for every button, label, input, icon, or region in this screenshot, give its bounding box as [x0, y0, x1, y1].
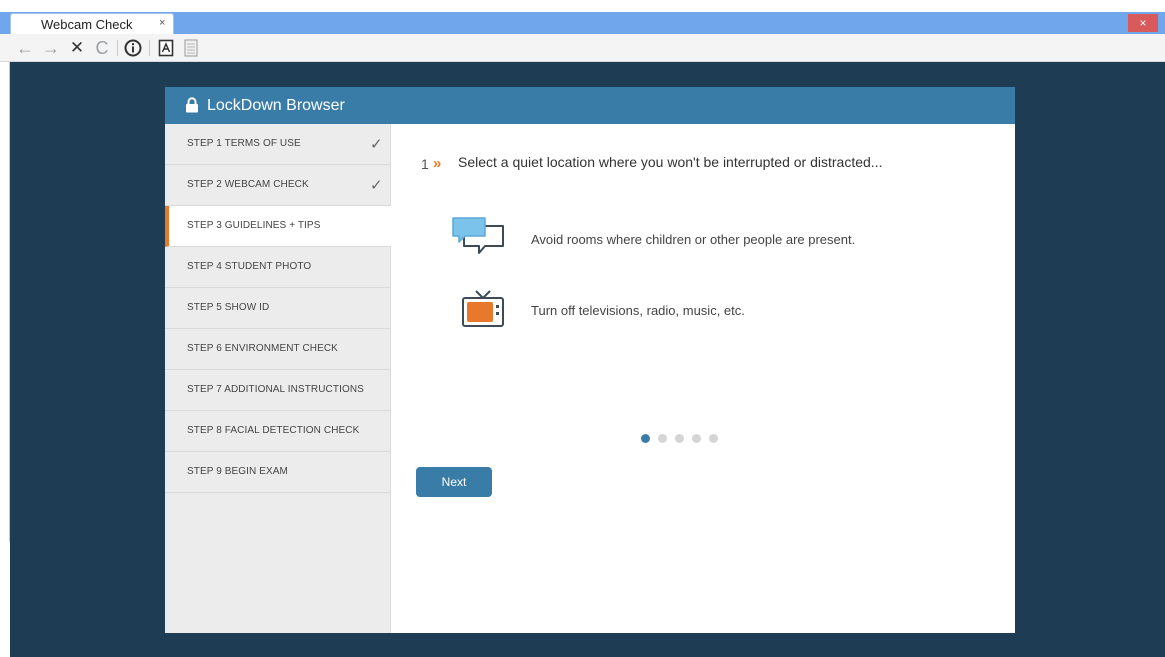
step-label: STEP 8 FACIAL DETECTION CHECK — [187, 425, 360, 436]
pager-dot[interactable] — [675, 434, 684, 443]
step-student-photo[interactable]: STEP 4 STUDENT PHOTO — [165, 247, 391, 288]
step-label: STEP 1 TERMS OF USE — [187, 138, 301, 149]
step-show-id[interactable]: STEP 5 SHOW ID — [165, 288, 391, 329]
tip-text: Avoid rooms where children or other peop… — [531, 232, 856, 247]
double-chevron-icon: » — [433, 155, 442, 172]
step-label: STEP 9 BEGIN EXAM — [187, 466, 288, 477]
browser-tab[interactable]: Webcam Check × — [10, 13, 174, 35]
chat-bubbles-icon — [452, 217, 504, 254]
next-button[interactable]: Next — [416, 467, 492, 497]
app-title: LockDown Browser — [207, 97, 345, 114]
pager-dot[interactable] — [692, 434, 701, 443]
step-label: STEP 6 ENVIRONMENT CHECK — [187, 343, 338, 354]
pager-dots — [641, 434, 731, 444]
step-environment-check[interactable]: STEP 6 ENVIRONMENT CHECK — [165, 329, 391, 370]
step-webcam-check[interactable]: STEP 2 WEBCAM CHECK ✓ — [165, 165, 391, 206]
step-label: STEP 2 WEBCAM CHECK — [187, 179, 309, 190]
step-facial-detection-check[interactable]: STEP 8 FACIAL DETECTION CHECK — [165, 411, 391, 452]
television-icon — [462, 290, 504, 327]
lock-icon — [186, 97, 198, 113]
reload-icon[interactable]: C — [91, 37, 113, 59]
step-label: STEP 3 GUIDELINES + TIPS — [187, 220, 321, 231]
tip-text: Turn off televisions, radio, music, etc. — [531, 303, 745, 318]
steps-sidebar: STEP 1 TERMS OF USE ✓ STEP 2 WEBCAM CHEC… — [165, 124, 391, 633]
step-additional-instructions[interactable]: STEP 7 ADDITIONAL INSTRUCTIONS — [165, 370, 391, 411]
lockdown-header: LockDown Browser — [165, 87, 1015, 124]
forward-arrow-icon[interactable]: → — [40, 37, 62, 59]
tab-title: Webcam Check — [41, 17, 133, 32]
step-label: STEP 5 SHOW ID — [187, 302, 270, 313]
step-label: STEP 7 ADDITIONAL INSTRUCTIONS — [187, 384, 364, 395]
notes-icon[interactable] — [180, 37, 202, 59]
browser-toolbar: ← → ✕ C — [0, 34, 1165, 62]
window-close-button[interactable]: × — [1128, 14, 1158, 32]
step-terms-of-use[interactable]: STEP 1 TERMS OF USE ✓ — [165, 124, 391, 165]
info-icon[interactable] — [122, 37, 144, 59]
checkmark-icon: ✓ — [370, 177, 383, 194]
toolbar-divider — [117, 40, 118, 56]
step-guidelines-tips[interactable]: STEP 3 GUIDELINES + TIPS — [165, 206, 391, 247]
pager-dot[interactable] — [658, 434, 667, 443]
lockdown-window: LockDown Browser STEP 1 TERMS OF USE ✓ S… — [165, 87, 1015, 633]
background-window-edge — [0, 62, 10, 542]
toolbar-divider — [149, 40, 150, 56]
stop-icon[interactable]: ✕ — [66, 37, 88, 59]
back-arrow-icon[interactable]: ← — [14, 37, 36, 59]
checkmark-icon: ✓ — [370, 136, 383, 153]
guideline-number: 1 — [421, 156, 429, 172]
guideline-headline: Select a quiet location where you won't … — [458, 154, 883, 170]
step-label: STEP 4 STUDENT PHOTO — [187, 261, 312, 272]
guidelines-panel: 1 » Select a quiet location where you wo… — [391, 124, 1015, 633]
pager-dot[interactable] — [641, 434, 650, 443]
step-begin-exam[interactable]: STEP 9 BEGIN EXAM — [165, 452, 391, 493]
browser-titlebar — [0, 12, 1165, 34]
document-icon[interactable] — [155, 37, 177, 59]
tab-close-icon[interactable]: × — [159, 17, 165, 29]
pager-dot[interactable] — [709, 434, 718, 443]
